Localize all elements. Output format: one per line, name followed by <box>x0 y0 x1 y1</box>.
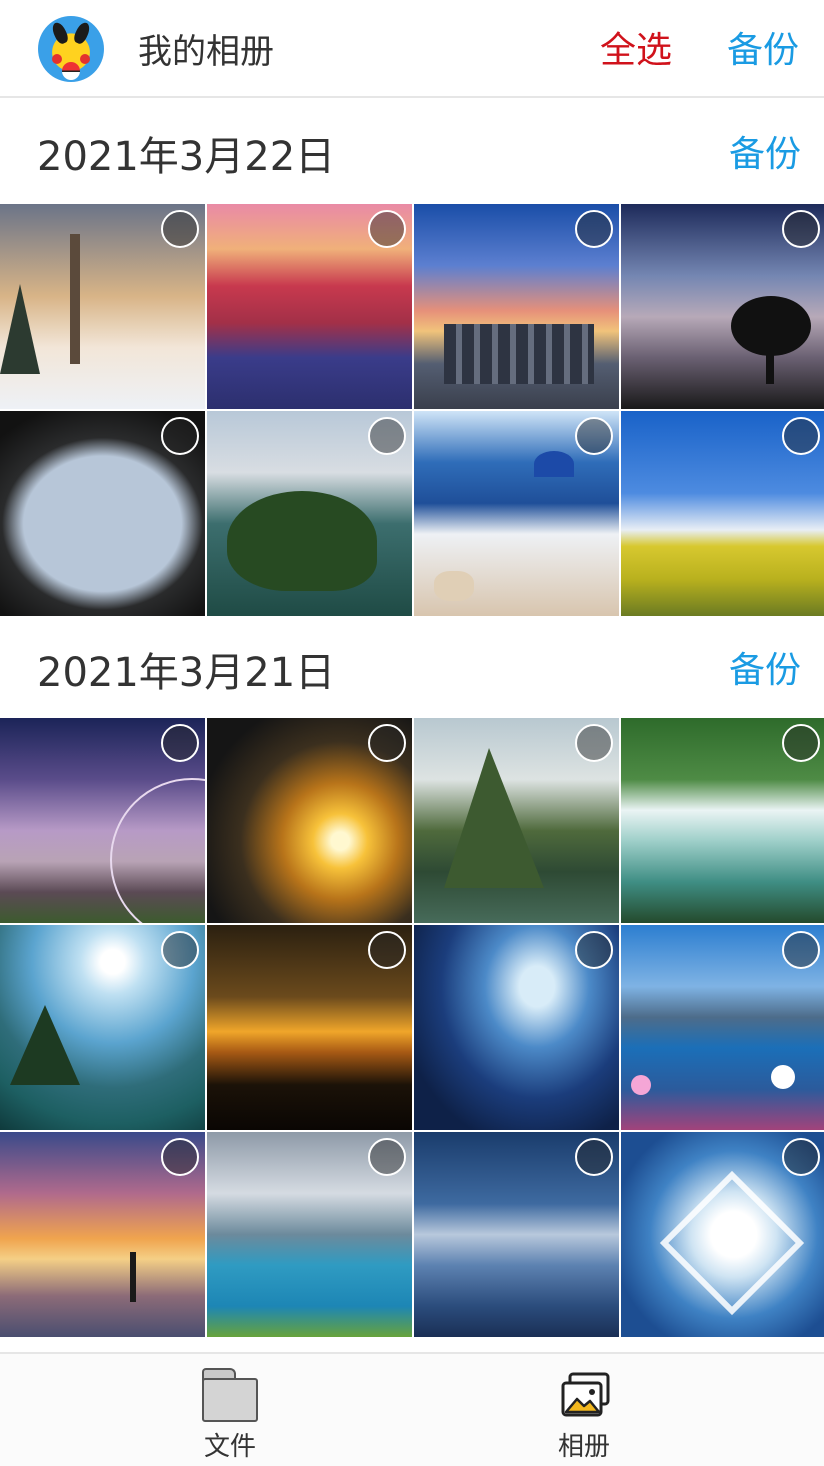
photo-thumbnail[interactable] <box>621 204 824 409</box>
section-backup-button[interactable]: 备份 <box>729 132 801 178</box>
photo-select-checkbox[interactable] <box>575 1138 613 1176</box>
photo-detail <box>771 1065 795 1089</box>
photo-select-checkbox[interactable] <box>368 724 406 762</box>
section-backup-button[interactable]: 备份 <box>729 648 801 694</box>
photo-grid <box>0 718 824 1338</box>
photo-select-checkbox[interactable] <box>575 417 613 455</box>
photo-select-checkbox[interactable] <box>782 1138 820 1176</box>
photo-thumbnail[interactable] <box>0 925 205 1130</box>
photo-select-checkbox[interactable] <box>161 417 199 455</box>
avatar-ear-right <box>71 20 93 46</box>
photo-thumbnail[interactable] <box>414 411 619 616</box>
photo-detail <box>659 1170 805 1316</box>
photo-select-checkbox[interactable] <box>782 210 820 248</box>
photo-detail <box>110 778 205 923</box>
user-avatar[interactable] <box>38 16 104 82</box>
photo-select-checkbox[interactable] <box>575 931 613 969</box>
page-title: 我的相册 <box>138 32 274 72</box>
photo-select-checkbox[interactable] <box>161 1138 199 1176</box>
photo-detail <box>70 234 80 364</box>
photo-thumbnail[interactable] <box>0 411 205 616</box>
select-all-button[interactable]: 全选 <box>600 28 672 74</box>
photo-thumbnail[interactable] <box>207 718 412 923</box>
avatar-cheek-right <box>80 54 90 64</box>
photo-thumbnail[interactable] <box>0 718 205 923</box>
photo-thumbnail[interactable] <box>621 925 824 1130</box>
tab-files[interactable]: 文件 <box>170 1354 290 1466</box>
photo-detail <box>534 451 574 477</box>
bottom-tab-bar: 文件 相册 <box>0 1352 824 1466</box>
photo-detail <box>0 284 40 374</box>
photo-thumbnail[interactable] <box>414 925 619 1130</box>
photo-select-checkbox[interactable] <box>368 931 406 969</box>
photo-thumbnail[interactable] <box>414 204 619 409</box>
photo-detail <box>434 571 474 601</box>
photo-thumbnail[interactable] <box>414 1132 619 1337</box>
photo-thumbnail[interactable] <box>207 204 412 409</box>
photo-grid <box>0 204 824 616</box>
photo-select-checkbox[interactable] <box>161 724 199 762</box>
app-header: 我的相册 全选 备份 <box>0 0 824 98</box>
photo-detail <box>130 1252 136 1302</box>
photo-detail <box>766 344 774 384</box>
avatar-pokeball <box>62 62 80 80</box>
date-section-header: 2021年3月21日 备份 <box>0 616 824 716</box>
photo-thumbnail[interactable] <box>621 718 824 923</box>
photo-thumbnail[interactable] <box>207 925 412 1130</box>
tab-files-label: 文件 <box>203 1432 256 1462</box>
photo-detail <box>444 324 594 384</box>
photo-thumbnail[interactable] <box>207 1132 412 1337</box>
photo-detail <box>10 1005 80 1085</box>
photo-thumbnail[interactable] <box>621 1132 824 1337</box>
photo-thumbnail[interactable] <box>414 718 619 923</box>
photo-select-checkbox[interactable] <box>368 417 406 455</box>
photo-select-checkbox[interactable] <box>782 724 820 762</box>
tab-album-label: 相册 <box>557 1432 610 1462</box>
album-icon <box>561 1372 610 1417</box>
photo-select-checkbox[interactable] <box>782 417 820 455</box>
section-date: 2021年3月22日 <box>37 134 336 180</box>
folder-icon <box>202 1368 258 1422</box>
photo-select-checkbox[interactable] <box>575 210 613 248</box>
photo-thumbnail[interactable] <box>621 411 824 616</box>
photo-thumbnail[interactable] <box>0 204 205 409</box>
photo-thumbnail[interactable] <box>0 1132 205 1337</box>
photo-detail <box>631 1075 651 1095</box>
section-date: 2021年3月21日 <box>37 650 336 696</box>
photo-select-checkbox[interactable] <box>161 210 199 248</box>
photo-thumbnail[interactable] <box>207 411 412 616</box>
backup-all-button[interactable]: 备份 <box>727 28 799 74</box>
avatar-cheek-left <box>52 54 62 64</box>
photo-select-checkbox[interactable] <box>575 724 613 762</box>
avatar-ear-left <box>49 20 71 46</box>
photo-detail <box>227 491 377 591</box>
photo-detail <box>444 748 544 888</box>
photo-select-checkbox[interactable] <box>782 931 820 969</box>
photo-select-checkbox[interactable] <box>368 1138 406 1176</box>
photo-select-checkbox[interactable] <box>161 931 199 969</box>
tab-album[interactable]: 相册 <box>524 1354 644 1466</box>
photo-select-checkbox[interactable] <box>368 210 406 248</box>
date-section-header: 2021年3月22日 备份 <box>0 100 824 200</box>
